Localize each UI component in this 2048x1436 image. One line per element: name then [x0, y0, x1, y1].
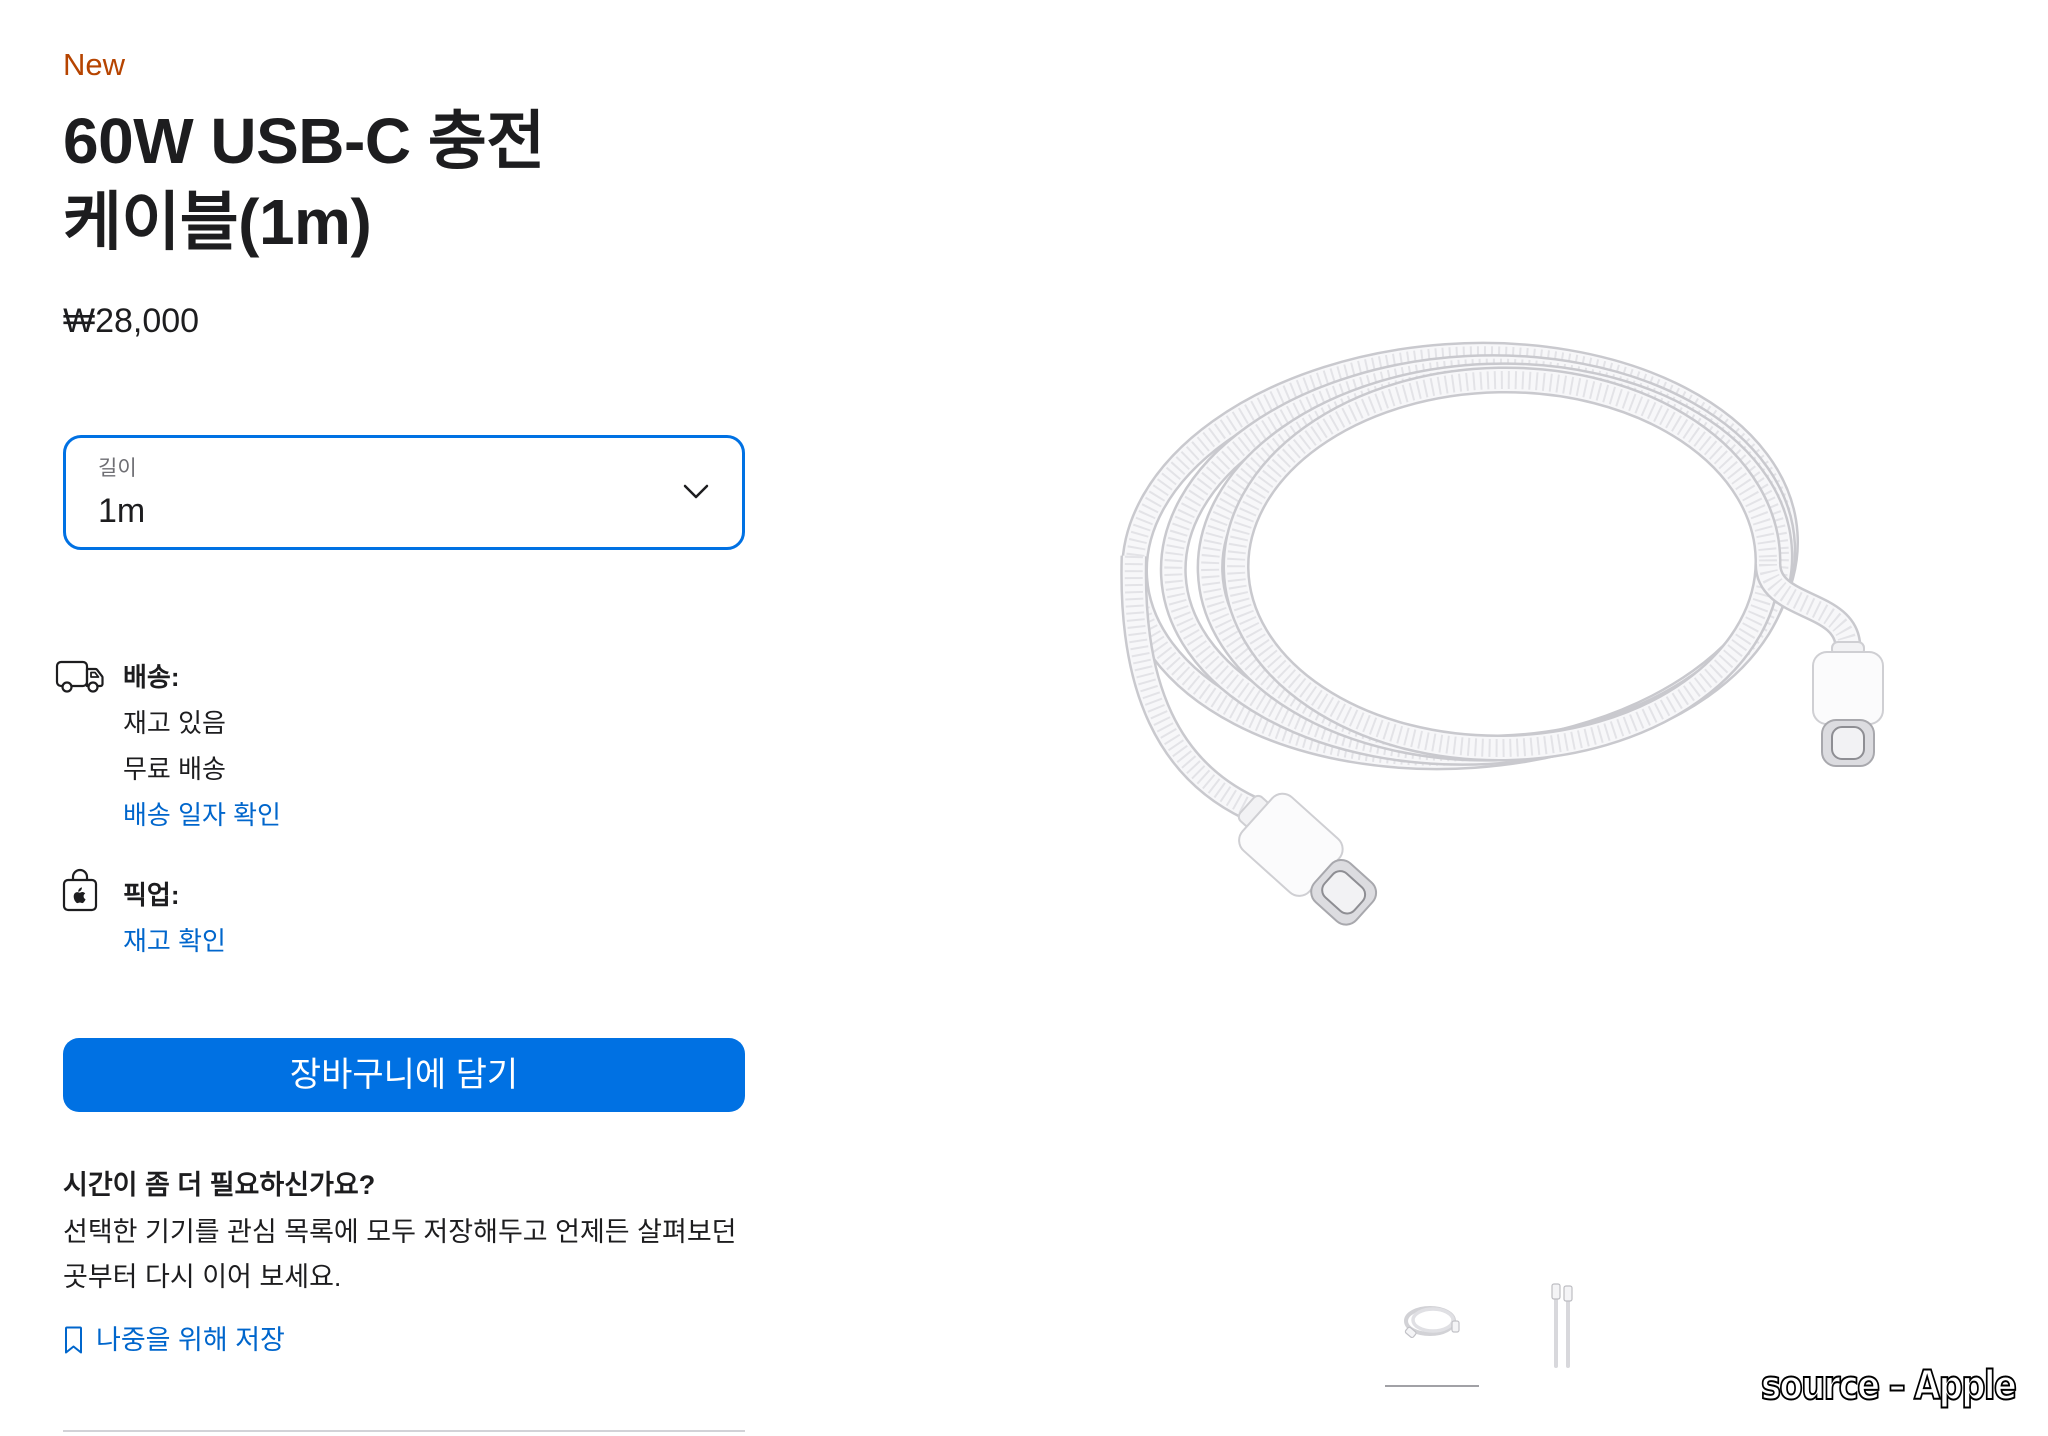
coiled-cable-thumbnail[interactable] — [1396, 1299, 1466, 1345]
save-later-description-line: 선택한 기기를 관심 목록에 모두 저장해두고 언제든 살펴보던 — [63, 1217, 737, 1247]
bookmark-icon — [65, 1326, 82, 1354]
delivery-shipping-cost: 무료 배송 — [123, 754, 226, 784]
product-title-line: 60W USB-C 충전 — [63, 105, 545, 177]
chevron-down-icon — [683, 484, 709, 499]
selected-thumbnail-indicator — [1385, 1385, 1479, 1387]
delivery-stock-status: 재고 있음 — [123, 708, 226, 738]
save-later-description-line: 곳부터 다시 이어 보세요. — [63, 1262, 342, 1292]
pickup-heading: 픽업: — [123, 880, 180, 910]
add-to-bag-button[interactable]: 장바구니에 담기 — [63, 1038, 745, 1112]
check-stock-link[interactable]: 재고 확인 — [123, 918, 226, 964]
product-title: 60W USB-C 충전 케이블(1m) — [63, 101, 545, 263]
straight-cables-thumbnail[interactable] — [1540, 1282, 1584, 1368]
apple-store-bag-icon — [62, 868, 98, 912]
new-badge: New — [63, 47, 126, 82]
source-watermark: source – Apple — [1760, 1362, 2018, 1410]
usb-c-connector-right — [1812, 641, 1884, 767]
save-for-later-link[interactable]: 나중을 위해 저장 — [63, 1322, 285, 1358]
delivery-heading: 배송: — [123, 662, 180, 692]
cable-product-image — [1120, 341, 1884, 926]
truck-icon — [55, 660, 104, 693]
length-dropdown[interactable]: 길이 1m — [63, 435, 745, 550]
product-price: ₩28,000 — [63, 302, 200, 340]
section-divider — [63, 1430, 745, 1432]
check-delivery-date-link[interactable]: 배송 일자 확인 — [123, 792, 281, 838]
cable-coil — [1120, 341, 1800, 771]
save-later-description: 선택한 기기를 관심 목록에 모두 저장해두고 언제든 살펴보던 곳부터 다시 … — [63, 1210, 737, 1300]
save-for-later-label: 나중을 위해 저장 — [96, 1325, 285, 1355]
length-dropdown-value: 1m — [98, 492, 146, 530]
save-later-heading: 시간이 좀 더 필요하신가요? — [63, 1170, 376, 1200]
product-title-line: 케이블(1m) — [63, 186, 372, 258]
length-dropdown-label: 길이 — [98, 457, 137, 480]
